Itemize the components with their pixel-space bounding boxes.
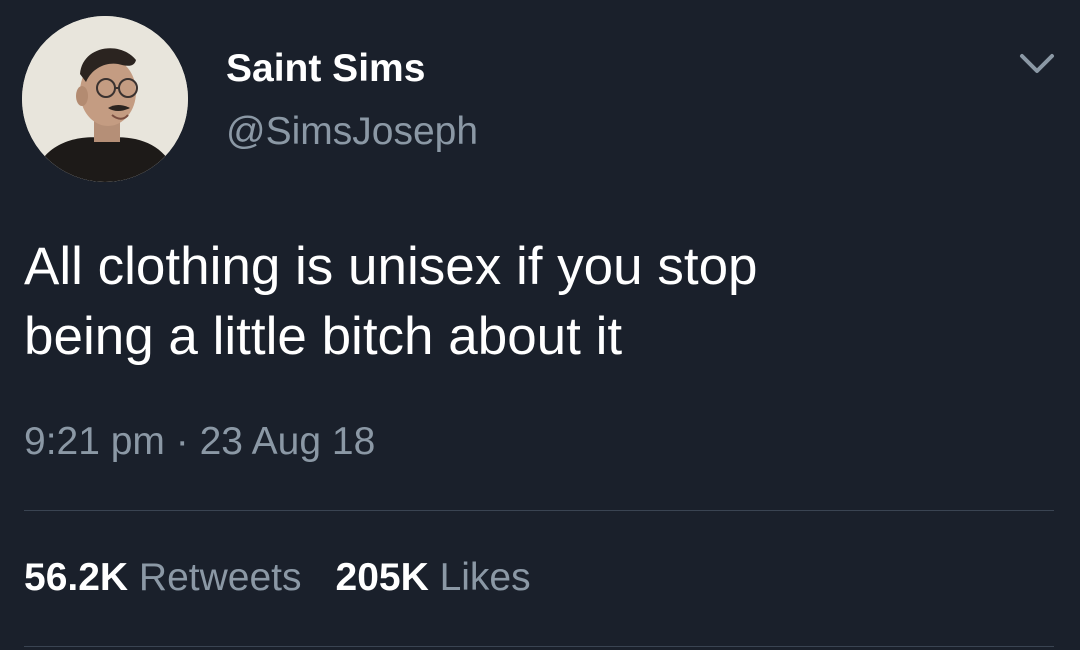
likes-count: 205K bbox=[335, 556, 429, 599]
avatar[interactable] bbox=[22, 16, 188, 182]
tweet-time: 9:21 pm bbox=[24, 420, 165, 463]
tweet-text-line: All clothing is unisex if you stop bbox=[24, 237, 758, 296]
likes-label: Likes bbox=[439, 556, 531, 599]
likes-stat[interactable]: 205K Likes bbox=[336, 556, 531, 599]
divider bbox=[24, 510, 1054, 511]
tweet-text-line: being a little bitch about it bbox=[24, 307, 623, 366]
author-display-name[interactable]: Saint Sims bbox=[226, 47, 425, 91]
retweets-label: Retweets bbox=[138, 556, 302, 599]
profile-photo-icon bbox=[22, 16, 188, 182]
retweets-stat[interactable]: 56.2K Retweets bbox=[24, 556, 302, 599]
tweet-text: All clothing is unisex if you stop being… bbox=[24, 232, 1054, 372]
timestamp-separator: · bbox=[175, 420, 189, 463]
tweet-stats: 56.2K Retweets 205K Likes bbox=[24, 556, 531, 600]
tweet-date: 23 Aug 18 bbox=[199, 420, 376, 463]
author-handle[interactable]: @SimsJoseph bbox=[226, 110, 478, 154]
chevron-down-icon[interactable] bbox=[1016, 48, 1058, 78]
retweets-count: 56.2K bbox=[24, 556, 129, 599]
divider bbox=[24, 646, 1054, 647]
tweet-timestamp[interactable]: 9:21 pm · 23 Aug 18 bbox=[24, 420, 375, 464]
